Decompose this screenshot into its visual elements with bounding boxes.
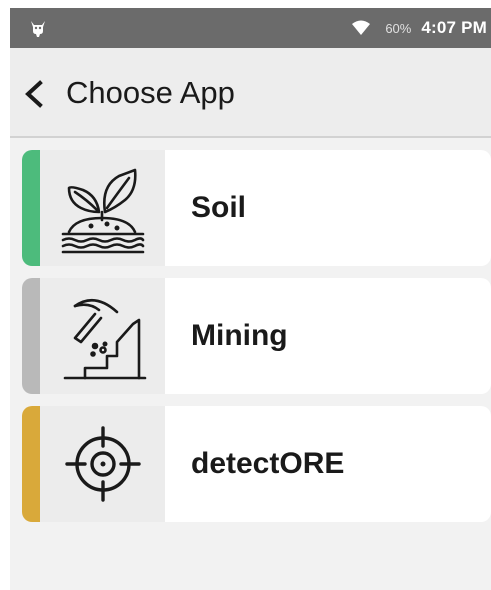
android-icon [31,21,45,37]
app-accent-stripe [22,278,40,394]
chevron-left-icon[interactable] [22,80,46,108]
app-item-mining[interactable]: Mining [22,278,491,394]
page-title: Choose App [66,75,235,110]
app-label: detectORE [191,447,345,480]
app-label: Mining [191,319,288,352]
app-list: Soil Mining detectORE [22,150,491,534]
plant-soil-icon [61,168,144,254]
app-accent-stripe [22,406,40,522]
app-label: Soil [191,191,247,224]
battery-level: 60% [385,20,412,36]
app-accent-stripe [22,150,40,266]
app-item-detectore[interactable]: detectORE [22,406,491,522]
device-screen: 60% 4:07 PM Choose App Soil Mining detec… [10,8,491,590]
app-icon-box [40,150,165,266]
crosshair-icon [64,426,141,502]
status-clock: 4:07 PM [421,18,487,37]
app-icon-box [40,278,165,394]
app-item-soil[interactable]: Soil [22,150,491,266]
status-bar: 60% 4:07 PM [10,8,491,48]
app-icon-box [40,406,165,522]
header: Choose App [10,48,491,138]
mining-pickaxe-icon [63,298,146,380]
wifi-icon [352,20,371,35]
